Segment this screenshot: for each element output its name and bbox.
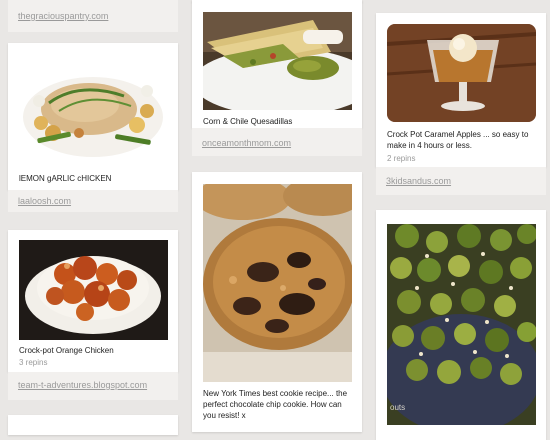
pin-caption: New York Times best cookie recipe... the… xyxy=(203,389,348,420)
pin-caption: Crock-pot Orange Chicken xyxy=(19,346,114,355)
pin-card[interactable]: outs xyxy=(376,210,546,440)
pin-caption: lEMON gARLIC cHICKEN xyxy=(19,174,112,183)
pin-caption: Corn & Chile Quesadillas xyxy=(203,117,293,126)
pin-footer: onceamonthmom.com xyxy=(192,128,362,156)
pin-card[interactable]: Corn & Chile Quesadillas xyxy=(192,0,362,128)
pin-source-link[interactable]: laaloosh.com xyxy=(18,196,71,206)
brussels-sprouts-image[interactable] xyxy=(387,224,536,425)
image-watermark: outs xyxy=(390,403,406,412)
pin-source-link[interactable]: 3kidsandus.com xyxy=(386,176,451,186)
pin-card[interactable] xyxy=(8,415,178,435)
pin-footer: team-t-adventures.blogspot.com xyxy=(8,372,178,400)
pin-source-link[interactable]: onceamonthmom.com xyxy=(202,138,291,148)
pin-card[interactable]: Crock-pot Orange Chicken 3 repins xyxy=(8,230,178,372)
pin-source-link[interactable]: team-t-adventures.blogspot.com xyxy=(18,380,147,390)
repin-count: 3 repins xyxy=(19,358,48,367)
pin-caption: Crock Pot Caramel Apples ... so easy to … xyxy=(387,130,529,150)
pin-footer: thegraciouspantry.com xyxy=(8,0,178,32)
pin-card[interactable]: lEMON gARLIC cHICKEN xyxy=(8,43,178,190)
pin-card[interactable]: New York Times best cookie recipe... the… xyxy=(192,172,362,432)
repin-count: 2 repins xyxy=(387,154,416,163)
orange-chicken-image[interactable] xyxy=(19,240,168,340)
pin-card[interactable]: Crock Pot Caramel Apples ... so easy to … xyxy=(376,13,546,167)
cookie-image[interactable] xyxy=(203,184,352,382)
pin-footer: 3kidsandus.com xyxy=(376,167,546,195)
quesadilla-image[interactable] xyxy=(203,12,352,110)
lemon-garlic-chicken-image[interactable] xyxy=(19,51,167,169)
pin-source-link[interactable]: thegraciouspantry.com xyxy=(18,11,108,21)
caramel-apple-image[interactable] xyxy=(387,24,536,122)
pin-footer: laaloosh.com xyxy=(8,190,178,212)
